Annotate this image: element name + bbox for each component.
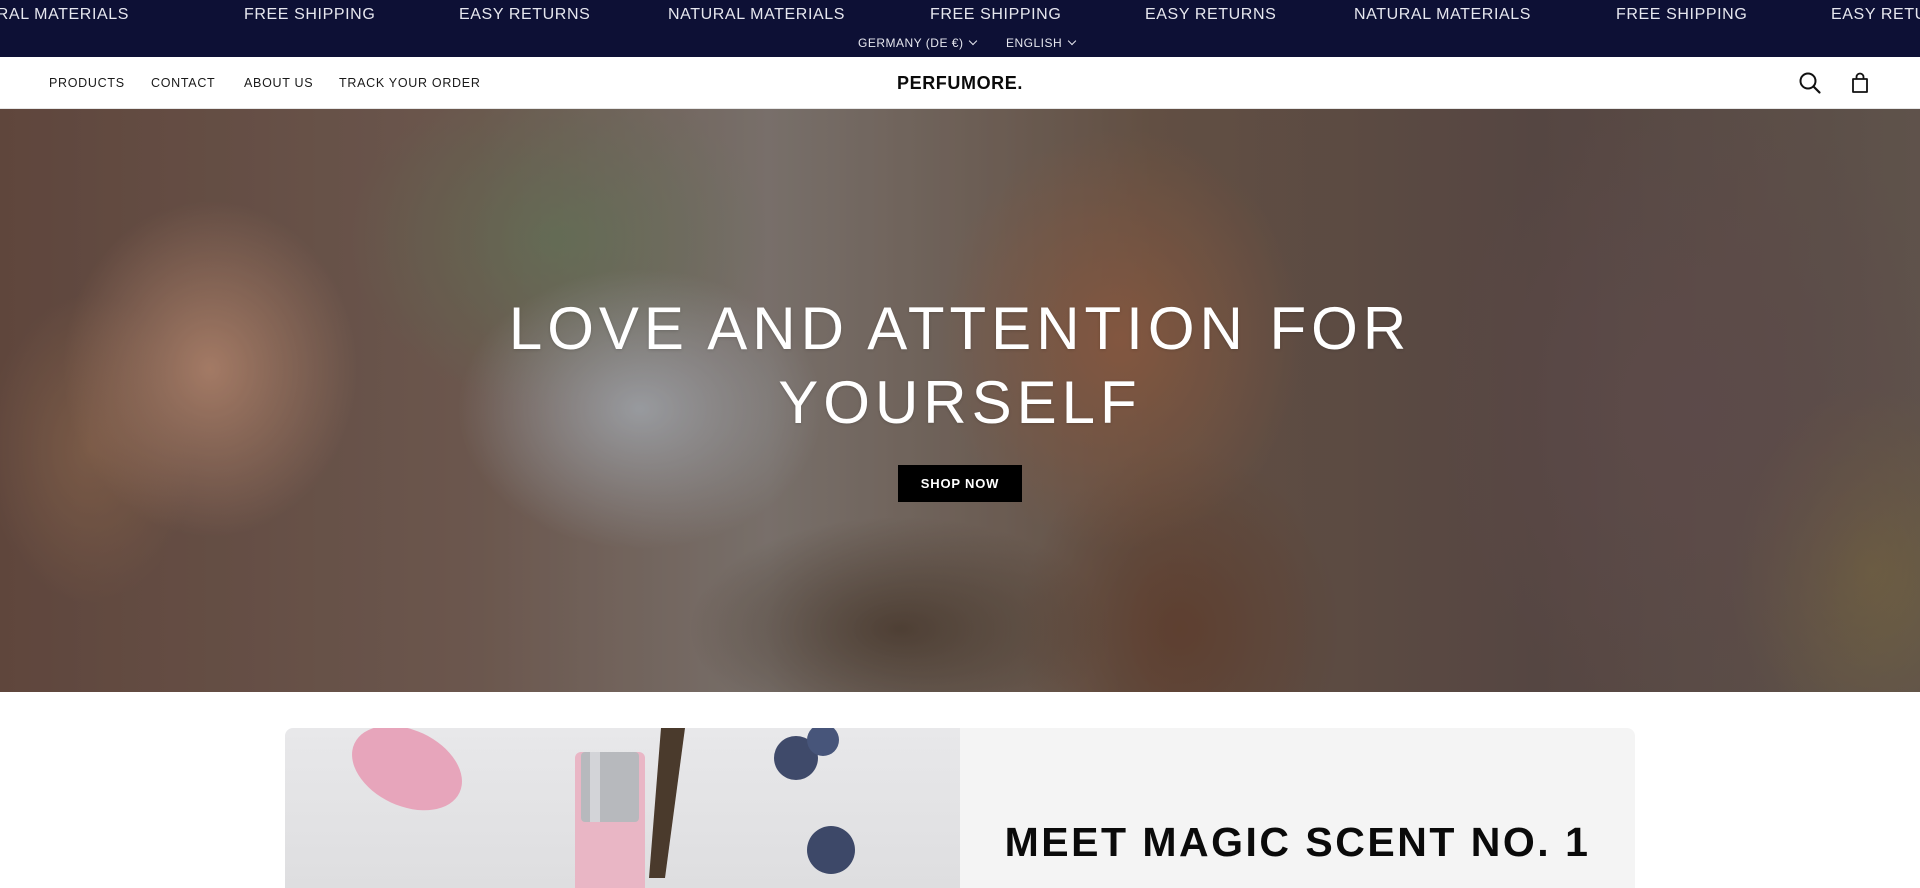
announcement-bar: NATURAL MATERIALS FREE SHIPPING EASY RET… [0,0,1920,57]
marquee-item: FREE SHIPPING [1616,6,1748,23]
featured-product-panel: MEET MAGIC SCENT NO. 1 [960,728,1635,888]
search-icon[interactable] [1797,70,1823,96]
language-selector-label: ENGLISH [1006,36,1063,50]
feature-title: MEET MAGIC SCENT NO. 1 [1004,819,1591,865]
brand-logo[interactable]: PERFUMORE. [0,71,1920,95]
marquee-item: FREE SHIPPING [244,6,376,23]
site-header: PRODUCTS CONTACT ABOUT US TRACK YOUR ORD… [0,57,1920,109]
localization-selectors: GERMANY (DE €) ENGLISH [0,34,1920,52]
bottle-cap-shape [581,752,639,822]
marquee-item: EASY RETURNS [1145,6,1277,23]
featured-product-image [285,728,960,888]
announcement-marquee: NATURAL MATERIALS FREE SHIPPING EASY RET… [0,5,1920,25]
chevron-down-icon [1067,36,1077,46]
hero-title: LOVE AND ATTENTION FOR YOURSELF [0,292,1920,440]
country-selector[interactable]: GERMANY (DE €) [858,34,978,52]
berry-shape [807,826,855,874]
vanilla-pod-shape [649,728,685,878]
featured-product-section: MEET MAGIC SCENT NO. 1 [285,728,1635,888]
marquee-item: NATURAL MATERIALS [1354,6,1532,23]
chevron-down-icon [969,36,978,46]
marquee-item: EASY RETURNS [459,6,591,23]
hero-title-line: LOVE AND ATTENTION FOR [508,295,1412,362]
shop-now-button[interactable]: SHOP NOW [898,465,1022,502]
hero-title-line: YOURSELF [778,369,1142,436]
marquee-item: FREE SHIPPING [930,6,1062,23]
marquee-item: NATURAL MATERIALS [0,6,130,23]
language-selector[interactable]: ENGLISH [1006,34,1077,52]
marquee-item: EASY RETURNS [1831,6,1920,23]
marquee-item: NATURAL MATERIALS [668,6,846,23]
hero-banner: LOVE AND ATTENTION FOR YOURSELF SHOP NOW [0,109,1920,692]
cart-icon[interactable] [1847,70,1873,96]
sponge-shape [352,728,462,811]
country-selector-label: GERMANY (DE €) [858,36,964,50]
